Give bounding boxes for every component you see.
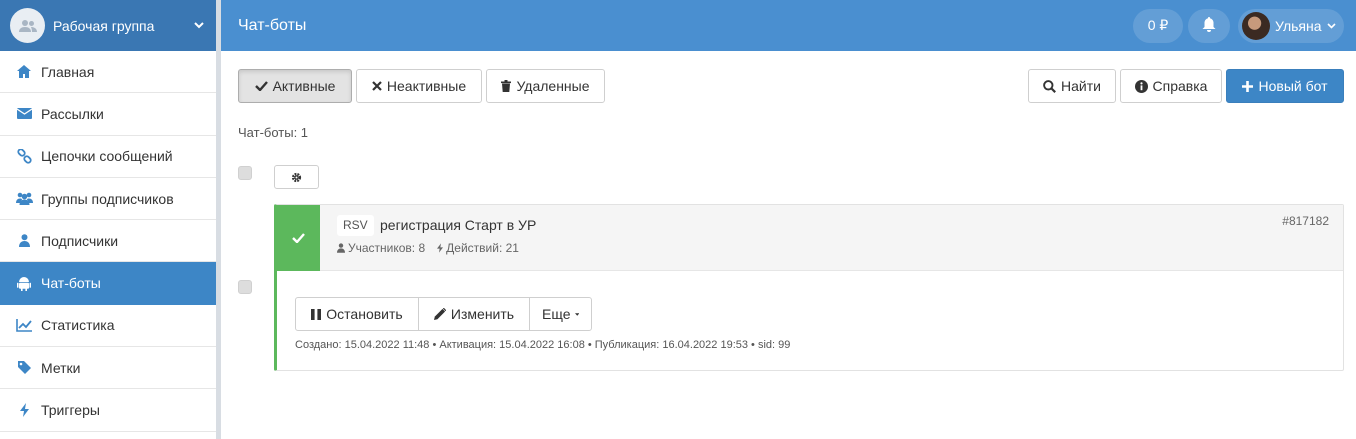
page-title: Чат-боты [238,16,307,34]
chevron-down-icon [1326,22,1336,29]
select-all-checkbox[interactable] [238,166,252,180]
sidebar-item-label: Метки [41,359,81,376]
group-avatar-icon [10,8,45,43]
bot-tag: RSV [337,215,374,236]
link-icon [15,148,33,164]
sidebar-item-triggers[interactable]: Триггеры [0,389,216,432]
android-icon [15,275,33,291]
new-bot-button[interactable]: Новый бот [1226,69,1344,103]
filter-inactive-button[interactable]: Неактивные [356,69,482,103]
help-button[interactable]: Справка [1120,69,1222,103]
sidebar-item-label: Группы подписчиков [41,190,174,207]
sidebar-item-label: Цепочки сообщений [41,148,173,165]
user-icon [15,233,33,249]
bot-name[interactable]: регистрация Старт в УР [380,217,536,233]
workgroup-label: Рабочая группа [53,17,155,34]
line-chart-icon [15,317,33,333]
sidebar-item-subscriber-groups[interactable]: Группы подписчиков [0,178,216,221]
button-label: Новый бот [1258,78,1328,94]
actions-label: Действий: 21 [446,241,519,255]
pencil-icon [433,308,446,320]
check-icon [292,233,305,243]
bot-meta: Участников: 8 Действий: 21 [337,241,531,255]
search-icon [1043,79,1056,93]
bot-count: Чат-боты: 1 [238,125,309,140]
sidebar-item-tags[interactable]: Метки [0,347,216,390]
sidebar-item-label: Рассылки [41,105,104,122]
tag-icon [15,360,33,376]
sidebar-item-home[interactable]: Главная [0,51,216,94]
caret-down-icon [574,312,579,316]
sidebar: Рабочая группа Главная Рассылки Цепочки … [0,0,216,439]
bot-actions-count: Действий: 21 [437,241,519,255]
bot-select-checkbox[interactable] [238,280,252,294]
filter-active-button[interactable]: Активные [238,69,352,103]
workgroup-switcher[interactable]: Рабочая группа [0,0,216,51]
sidebar-item-label: Главная [41,63,95,80]
user-menu[interactable]: Ульяна [1238,8,1344,43]
bot-card-header: RSV регистрация Старт в УР Участников: 8… [277,205,1343,271]
sidebar-item-label: Подписчики [41,232,119,249]
bot-participants: Участников: 8 [337,241,425,255]
sidebar-item-mailings[interactable]: Рассылки [0,93,216,136]
button-label: Неактивные [386,78,467,94]
bot-dates: Создано: 15.04.2022 11:48 • Активация: 1… [295,339,791,351]
envelope-icon [15,106,33,122]
trash-icon [501,80,512,92]
user-icon [337,243,345,253]
sidebar-item-label: Триггеры [41,402,100,419]
avatar [1242,11,1270,40]
balance-button[interactable]: 0 ₽ [1133,8,1183,43]
bolt-icon [15,402,33,418]
bulk-settings-button[interactable] [274,165,319,189]
sidebar-item-label: Чат-боты [41,275,101,292]
bell-icon [1202,16,1216,35]
gear-icon [291,172,302,182]
home-icon [15,64,33,80]
users-icon [15,191,33,207]
button-label: Изменить [450,306,515,322]
button-label: Удаленные [516,78,590,94]
sidebar-item-label: Статистика [41,317,115,334]
edit-button[interactable]: Изменить [418,297,530,331]
user-name: Ульяна [1275,17,1322,34]
sidebar-item-chains[interactable]: Цепочки сообщений [0,136,216,178]
bot-id: #817182 [1282,214,1329,228]
sidebar-item-statistics[interactable]: Статистика [0,305,216,348]
bot-status-indicator [277,205,320,271]
button-label: Остановить [326,306,403,322]
filter-deleted-button[interactable]: Удаленные [486,69,605,103]
button-label: Справка [1152,78,1208,94]
bot-card: RSV регистрация Старт в УР Участников: 8… [274,204,1344,371]
plus-icon [1242,80,1254,92]
bot-action-group: Остановить Изменить Еще [295,297,592,331]
stop-button[interactable]: Остановить [295,297,419,331]
pause-icon [311,308,322,320]
info-circle-icon [1134,79,1148,93]
more-dropdown[interactable]: Еще [529,297,592,331]
button-label: Активные [272,78,336,94]
sidebar-item-chatbots[interactable]: Чат-боты [0,262,216,305]
topbar: Чат-боты 0 ₽ Ульяна [221,0,1356,51]
search-button[interactable]: Найти [1028,69,1116,103]
notifications-button[interactable] [1188,8,1230,43]
participants-label: Участников: 8 [348,241,426,255]
main-content: Активные Неактивные Удаленные Найти Спра… [221,51,1356,439]
times-icon [372,81,382,91]
button-label: Найти [1061,78,1101,94]
bolt-icon [437,243,444,253]
button-label: Еще [542,306,571,322]
chevron-down-icon [182,22,216,29]
sidebar-item-subscribers[interactable]: Подписчики [0,220,216,263]
check-icon [254,81,268,91]
